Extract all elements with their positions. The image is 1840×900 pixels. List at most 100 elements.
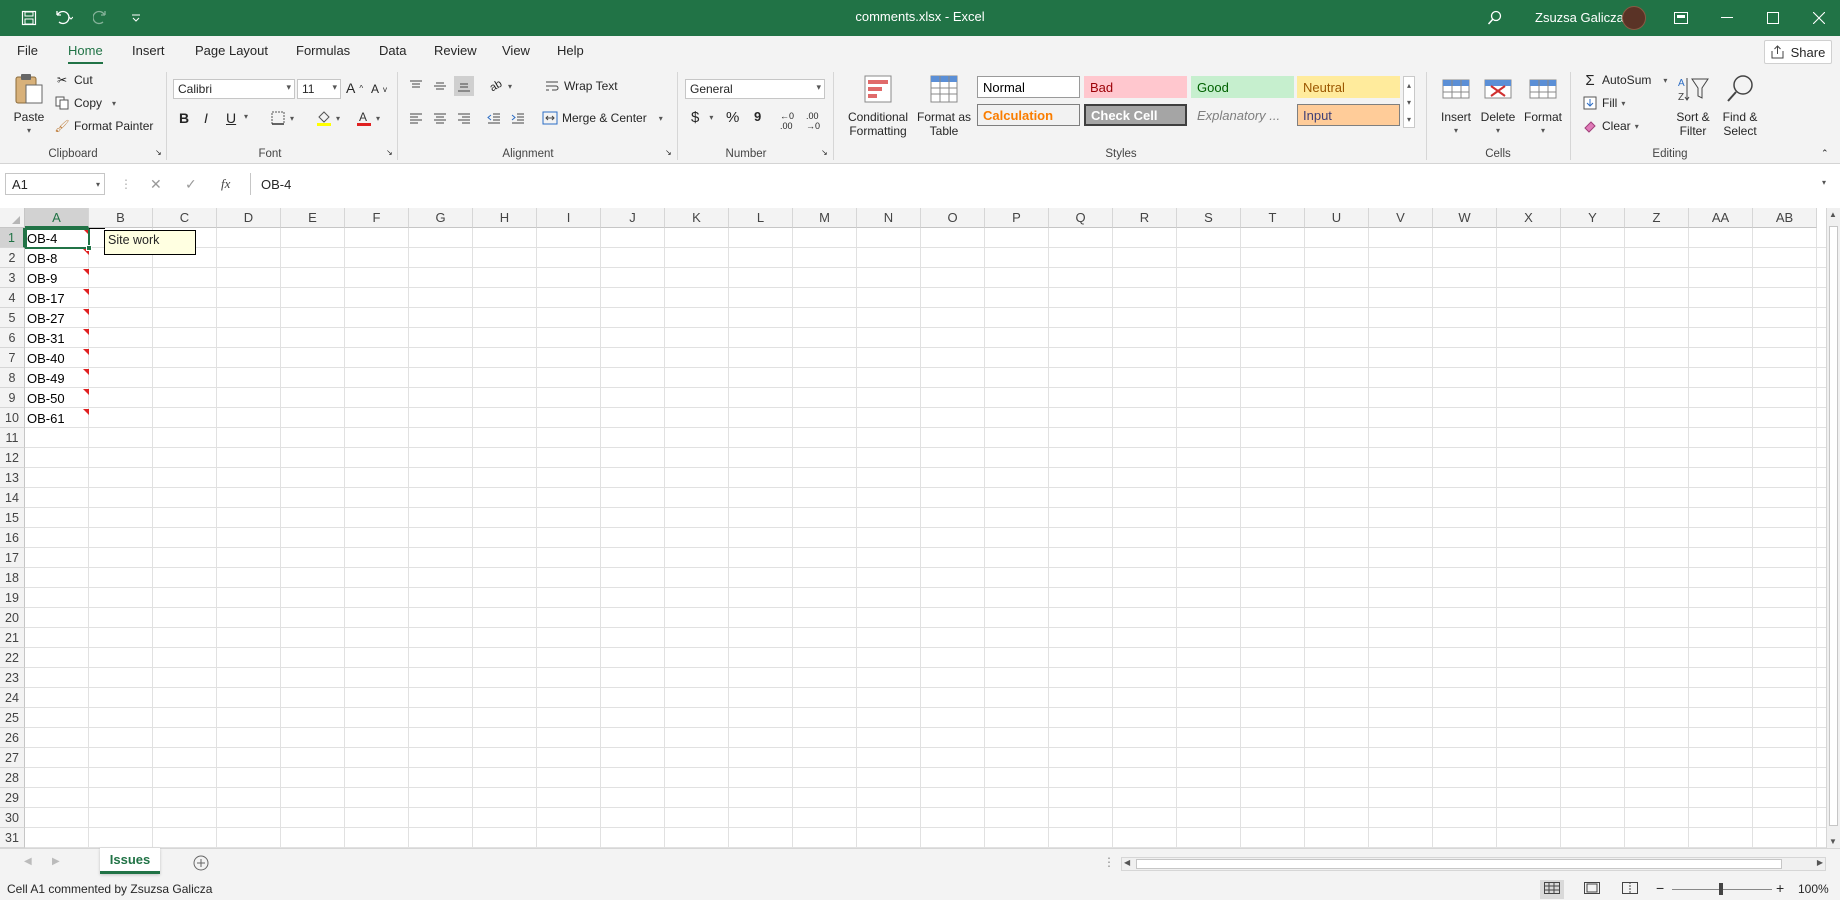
fill-button[interactable]: Fill ▾	[1582, 95, 1625, 111]
row-header-24[interactable]: 24	[0, 688, 25, 708]
page-layout-view-button[interactable]	[1584, 882, 1600, 897]
dialog-launcher-icon[interactable]: ↘	[665, 148, 672, 157]
row-header-13[interactable]: 13	[0, 468, 25, 488]
next-sheet-icon[interactable]: ▶	[52, 856, 60, 867]
column-header-u[interactable]: U	[1305, 208, 1369, 228]
column-header-a[interactable]: A	[25, 208, 89, 228]
column-header-v[interactable]: V	[1369, 208, 1433, 228]
dialog-launcher-icon[interactable]: ↘	[821, 148, 828, 157]
column-header-w[interactable]: W	[1433, 208, 1497, 228]
sort-filter-button[interactable]: AZ Sort & Filter	[1668, 72, 1718, 138]
column-header-x[interactable]: X	[1497, 208, 1561, 228]
column-header-n[interactable]: N	[857, 208, 921, 228]
column-header-y[interactable]: Y	[1561, 208, 1625, 228]
cell-a9[interactable]: OB-50	[27, 388, 87, 408]
delete-cells-button[interactable]: Delete ▾	[1476, 72, 1520, 138]
page-break-view-button[interactable]	[1622, 882, 1638, 897]
column-header-l[interactable]: L	[729, 208, 793, 228]
style-calculation[interactable]: Calculation	[977, 104, 1080, 126]
sheet-tab-issues[interactable]: Issues	[100, 848, 160, 874]
column-header-j[interactable]: J	[601, 208, 665, 228]
column-header-i[interactable]: I	[537, 208, 601, 228]
row-header-16[interactable]: 16	[0, 528, 25, 548]
format-as-table-button[interactable]: Format as Table	[916, 72, 972, 138]
row-header-6[interactable]: 6	[0, 328, 25, 348]
collapse-ribbon-icon[interactable]: ⌃	[1821, 148, 1829, 159]
number-format-select[interactable]: General ▾	[685, 79, 825, 99]
increase-indent-button[interactable]	[510, 110, 526, 126]
tab-insert[interactable]: Insert	[132, 43, 165, 58]
normal-view-button[interactable]	[1540, 880, 1564, 899]
row-header-17[interactable]: 17	[0, 548, 25, 568]
zoom-out-button[interactable]: −	[1656, 880, 1664, 896]
merge-center-button[interactable]: Merge & Center ▾	[542, 110, 663, 126]
paste-button[interactable]: Paste ▾	[12, 72, 46, 138]
row-header-15[interactable]: 15	[0, 508, 25, 528]
cell-a6[interactable]: OB-31	[27, 328, 87, 348]
autosum-button[interactable]: Σ AutoSum ▾	[1582, 72, 1667, 89]
fill-color-button[interactable]: ▾	[316, 110, 340, 126]
row-header-23[interactable]: 23	[0, 668, 25, 688]
close-icon[interactable]	[1796, 0, 1840, 36]
row-header-20[interactable]: 20	[0, 608, 25, 628]
row-header-21[interactable]: 21	[0, 628, 25, 648]
row-header-19[interactable]: 19	[0, 588, 25, 608]
confirm-entry-icon[interactable]: ✓	[185, 176, 197, 193]
column-header-o[interactable]: O	[921, 208, 985, 228]
font-size-select[interactable]: 11 ▾	[297, 79, 341, 99]
vertical-scrollbar[interactable]: ▲ ▼	[1826, 208, 1840, 848]
increase-font-size-button[interactable]: A ^	[346, 80, 363, 96]
format-painter-button[interactable]: 🖌 Format Painter	[54, 118, 153, 134]
decrease-indent-button[interactable]	[486, 110, 502, 126]
font-color-button[interactable]: A ▾	[356, 110, 380, 126]
expand-formula-bar-icon[interactable]: ▾	[1822, 178, 1826, 187]
row-header-27[interactable]: 27	[0, 748, 25, 768]
percent-button[interactable]: %	[726, 109, 739, 126]
bold-button[interactable]: B	[179, 110, 189, 126]
tab-formulas[interactable]: Formulas	[296, 43, 350, 58]
row-header-3[interactable]: 3	[0, 268, 25, 288]
select-all-corner[interactable]	[0, 208, 25, 228]
share-button[interactable]: Share	[1764, 40, 1832, 64]
tab-data[interactable]: Data	[379, 43, 406, 58]
conditional-formatting-button[interactable]: Conditional Formatting	[842, 72, 914, 138]
column-header-b[interactable]: B	[89, 208, 153, 228]
tab-file[interactable]: File	[17, 43, 38, 58]
column-header-d[interactable]: D	[217, 208, 281, 228]
row-header-10[interactable]: 10	[0, 408, 25, 428]
column-header-q[interactable]: Q	[1049, 208, 1113, 228]
row-header-7[interactable]: 7	[0, 348, 25, 368]
style-explanatory[interactable]: Explanatory ...	[1191, 104, 1294, 126]
top-align-button[interactable]	[408, 78, 424, 94]
column-header-h[interactable]: H	[473, 208, 537, 228]
style-bad[interactable]: Bad	[1084, 76, 1187, 98]
row-header-5[interactable]: 5	[0, 308, 25, 328]
cell-a10[interactable]: OB-61	[27, 408, 87, 428]
worksheet-grid[interactable]: A B C D E F G H I J K L M N O P Q R S T U V W X Y Z AA AB 123456789…	[0, 208, 1826, 848]
row-header-31[interactable]: 31	[0, 828, 25, 848]
insert-function-icon[interactable]: fx	[221, 176, 230, 192]
tab-home[interactable]: Home	[68, 43, 103, 64]
column-header-t[interactable]: T	[1241, 208, 1305, 228]
row-header-4[interactable]: 4	[0, 288, 25, 308]
copy-button[interactable]: Copy ▾	[54, 95, 116, 111]
scroll-down-icon[interactable]: ▼	[1829, 837, 1837, 846]
styles-gallery-scroll[interactable]: ▴ ▾ ▾	[1403, 76, 1415, 128]
find-select-button[interactable]: Find & Select	[1718, 72, 1762, 138]
row-header-12[interactable]: 12	[0, 448, 25, 468]
row-header-9[interactable]: 9	[0, 388, 25, 408]
scroll-right-icon[interactable]: ▶	[1817, 858, 1823, 867]
row-header-14[interactable]: 14	[0, 488, 25, 508]
column-header-ab[interactable]: AB	[1753, 208, 1817, 228]
row-header-8[interactable]: 8	[0, 368, 25, 388]
search-icon[interactable]	[1484, 7, 1506, 29]
middle-align-button[interactable]	[432, 78, 448, 94]
new-sheet-button[interactable]	[193, 855, 209, 874]
column-header-aa[interactable]: AA	[1689, 208, 1753, 228]
column-header-m[interactable]: M	[793, 208, 857, 228]
decrease-font-size-button[interactable]: Av	[371, 82, 387, 96]
formula-input[interactable]: OB-4	[250, 173, 1834, 195]
cell-a7[interactable]: OB-40	[27, 348, 87, 368]
zoom-slider-thumb[interactable]	[1719, 883, 1723, 895]
column-header-k[interactable]: K	[665, 208, 729, 228]
